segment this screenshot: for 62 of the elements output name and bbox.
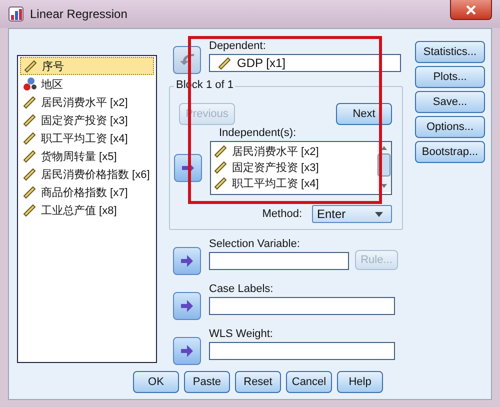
move-button[interactable]	[173, 337, 201, 365]
side-button[interactable]: Bootstrap...	[415, 141, 485, 163]
footer-button[interactable]: Reset	[235, 371, 281, 393]
ruler-icon	[23, 131, 37, 145]
ruler-icon	[23, 95, 37, 109]
dependent-label: Dependent:	[209, 39, 267, 54]
variable-item[interactable]: 地区	[20, 75, 154, 93]
target-field[interactable]	[209, 342, 395, 360]
ruler-icon	[23, 149, 37, 163]
right-arrow-icon	[182, 162, 194, 174]
balls-icon	[23, 77, 37, 91]
footer-button[interactable]: OK	[133, 371, 179, 393]
variable-item[interactable]: 固定资产投资 [x3]	[211, 159, 319, 175]
ruler-icon	[23, 203, 37, 217]
target-label: Selection Variable:	[209, 237, 301, 252]
ruler-icon	[23, 185, 37, 199]
side-button[interactable]: Options...	[415, 116, 485, 138]
target-label: Case Labels:	[209, 282, 274, 297]
ruler-icon	[214, 160, 228, 174]
ruler-icon	[24, 59, 38, 73]
variable-item[interactable]: 居民消费水平 [x2]	[211, 143, 319, 159]
side-button[interactable]: Plots...	[415, 66, 485, 88]
block-nav-button[interactable]: Next	[336, 103, 392, 125]
variable-item[interactable]: 序号	[20, 57, 154, 75]
close-button[interactable]	[450, 0, 492, 20]
variable-item[interactable]: 工业总产值 [x8]	[20, 201, 154, 219]
footer-button[interactable]: Paste	[184, 371, 230, 393]
variable-item[interactable]: 职工平均工资 [x4]	[20, 129, 154, 147]
target-label: WLS Weight:	[209, 327, 274, 342]
ruler-icon	[23, 167, 37, 181]
ruler-icon	[23, 113, 37, 127]
move-button[interactable]	[173, 292, 201, 320]
side-button[interactable]: Statistics...	[415, 41, 485, 63]
variable-list[interactable]: 序号 地区 居民消费水平 [x2] 固定资产投资 [x3] 职工平均工资 [x4] 货物周转量 [x5] 居民消费价格指数 [x6] 商品价格指数 [x7] 工业总产值 [x8]	[17, 55, 157, 363]
independent-label: Independent(s):	[219, 127, 296, 139]
variable-item[interactable]: 货物周转量 [x5]	[20, 147, 154, 165]
move-button[interactable]	[173, 247, 201, 275]
dropdown-caret-icon	[375, 212, 383, 216]
independent-list[interactable]: 居民消费水平 [x2] 固定资产投资 [x3] 职工平均工资 [x4]	[210, 141, 392, 195]
dependent-field[interactable]: GDP [x1]	[209, 54, 401, 72]
variable-item[interactable]: 固定资产投资 [x3]	[20, 111, 154, 129]
ruler-icon	[214, 144, 228, 158]
back-arrow-icon	[180, 54, 194, 66]
target-field[interactable]	[209, 297, 395, 315]
variable-item[interactable]: 居民消费水平 [x2]	[20, 93, 154, 111]
side-button[interactable]: Save...	[415, 91, 485, 113]
method-label: Method:	[262, 206, 302, 222]
footer-button[interactable]: Cancel	[286, 371, 332, 393]
target-field[interactable]	[209, 252, 349, 270]
variable-item[interactable]: 商品价格指数 [x7]	[20, 183, 154, 201]
ruler-icon	[218, 56, 232, 70]
close-icon	[466, 4, 476, 14]
method-dropdown[interactable]: Enter	[312, 205, 392, 223]
variable-item[interactable]: 职工平均工资 [x4]	[211, 175, 319, 191]
variable-item[interactable]: 居民消费价格指数 [x6]	[20, 165, 154, 183]
app-icon	[8, 6, 24, 22]
ruler-icon	[214, 176, 228, 190]
right-arrow-icon	[181, 300, 193, 312]
right-arrow-icon	[181, 345, 193, 357]
right-arrow-icon	[181, 255, 193, 267]
window-title: Linear Regression	[30, 7, 128, 21]
footer-button[interactable]: Help	[337, 371, 383, 393]
